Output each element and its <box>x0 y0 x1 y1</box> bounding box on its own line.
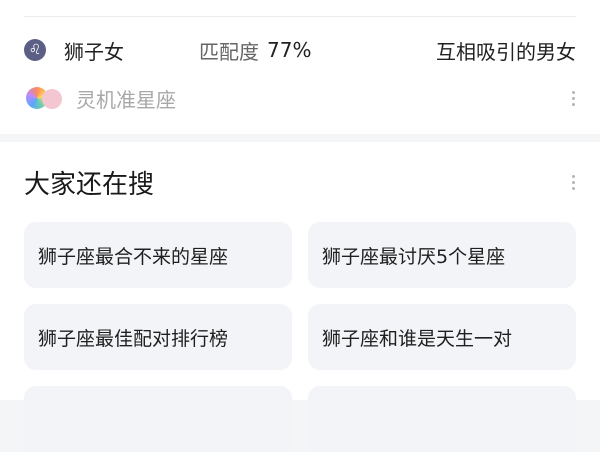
more-options-icon[interactable] <box>570 174 576 190</box>
related-search-chip[interactable]: 狮子座最合不来的星座 <box>24 222 292 288</box>
related-search-chip[interactable]: 狮子座最讨厌5个星座 <box>308 222 576 288</box>
source-row: 灵机准星座 <box>24 80 576 116</box>
match-score-label: 匹配度 <box>199 39 259 64</box>
source-logo-icon[interactable] <box>24 85 68 111</box>
match-score-value: 77% <box>267 38 312 62</box>
related-searches-card: 大家还在搜 狮子座最合不来的星座 狮子座最讨厌5个星座 狮子座最佳配对排行榜 狮… <box>0 142 600 452</box>
related-search-list: 狮子座最合不来的星座 狮子座最讨厌5个星座 狮子座最佳配对排行榜 狮子座和谁是天… <box>24 222 576 452</box>
section-title: 大家还在搜 <box>24 169 155 200</box>
related-search-chip[interactable] <box>308 386 576 452</box>
divider <box>24 16 576 17</box>
related-search-chip[interactable]: 狮子座和谁是天生一对 <box>308 304 576 370</box>
match-row[interactable]: ♌ 狮子女 匹配度 77% 互相吸引的男女 <box>24 30 576 70</box>
match-description: 互相吸引的男女 <box>436 39 576 64</box>
match-name: 狮子女 <box>64 39 124 64</box>
source-name[interactable]: 灵机准星座 <box>76 84 176 113</box>
leo-icon: ♌ <box>24 39 46 61</box>
related-search-chip[interactable] <box>24 386 292 452</box>
related-search-chip[interactable]: 狮子座最佳配对排行榜 <box>24 304 292 370</box>
match-card: ♌ 狮子女 匹配度 77% 互相吸引的男女 灵机准星座 <box>0 0 600 134</box>
section-header: 大家还在搜 <box>24 162 576 202</box>
more-options-icon[interactable] <box>570 90 576 106</box>
